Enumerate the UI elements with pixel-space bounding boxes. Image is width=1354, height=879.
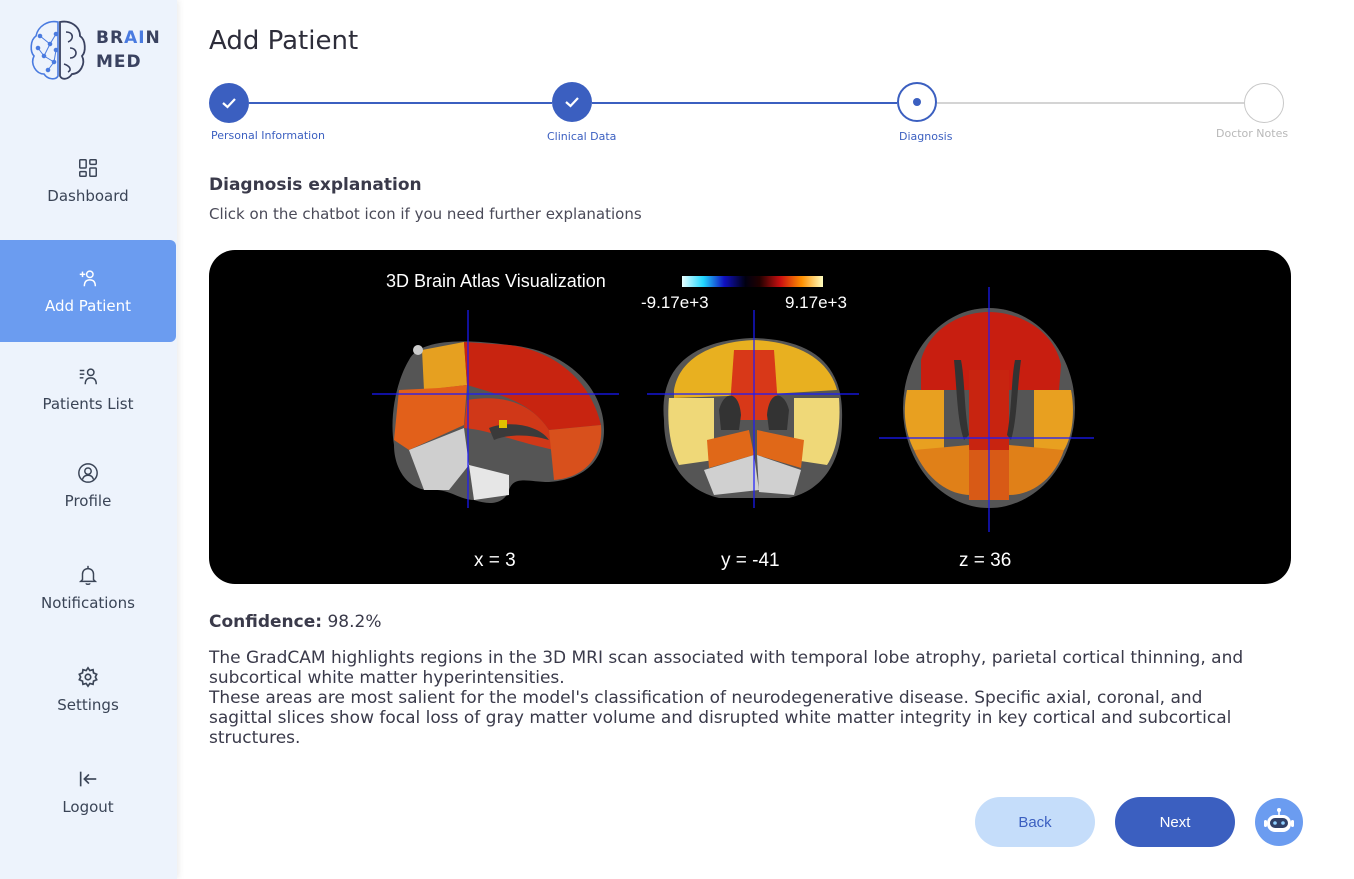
sidebar-item-patients-list[interactable]: Patients List	[0, 338, 176, 440]
sidebar-item-notifications[interactable]: Notifications	[0, 537, 176, 639]
sidebar-item-label: Add Patient	[44, 297, 132, 315]
check-icon	[565, 97, 579, 108]
slice-x-label: x = 3	[474, 550, 516, 571]
explanation-text: The GradCAM highlights regions in the 3D…	[209, 648, 1269, 748]
confidence: Confidence: 98.2%	[209, 612, 382, 632]
sidebar: BRAIN MED Dashboard Add Patient Patients…	[0, 0, 177, 879]
sidebar-item-settings[interactable]: Settings	[0, 639, 176, 741]
logout-icon	[79, 771, 97, 787]
confidence-value: 98.2%	[327, 612, 382, 632]
step-label: Doctor Notes	[1216, 127, 1289, 140]
sidebar-item-label: Patients List	[42, 395, 134, 413]
dashboard-icon	[79, 159, 97, 177]
stepper-line-done	[249, 102, 552, 104]
logo-text: BRAIN MED	[96, 28, 161, 72]
coronal-slice	[647, 310, 859, 508]
back-button[interactable]: Back	[975, 797, 1095, 847]
brain-logo-icon	[30, 20, 86, 80]
sidebar-item-add-patient[interactable]: Add Patient	[0, 240, 176, 342]
stepper: Personal Information Clinical Data Diagn…	[209, 82, 1299, 147]
sidebar-item-label: Settings	[57, 696, 119, 714]
sidebar-item-dashboard[interactable]: Dashboard	[0, 130, 176, 232]
sidebar-item-label: Logout	[62, 798, 114, 816]
brain-visualization: 3D Brain Atlas Visualization -9.17e+3 9.…	[209, 250, 1291, 584]
sidebar-item-label: Profile	[64, 492, 112, 510]
sidebar-item-label: Dashboard	[47, 187, 129, 205]
step-doctor-notes[interactable]	[1244, 83, 1284, 123]
step-clinical-data[interactable]	[552, 82, 592, 122]
stepper-line-pending	[937, 102, 1244, 104]
stepper-line-done	[592, 102, 897, 104]
step-diagnosis[interactable]	[897, 82, 937, 122]
patients-list-icon	[79, 368, 97, 385]
axial-slice	[879, 287, 1094, 532]
gear-icon	[78, 666, 98, 688]
viz-title: 3D Brain Atlas Visualization	[386, 271, 606, 291]
chatbot-button[interactable]	[1255, 798, 1303, 846]
slice-y-label: y = -41	[721, 550, 780, 571]
sidebar-item-label: Notifications	[41, 594, 135, 612]
current-step-dot	[913, 98, 921, 106]
page-title: Add Patient	[209, 26, 359, 56]
step-label: Clinical Data	[547, 130, 617, 143]
colorbar-min: -9.17e+3	[641, 293, 709, 312]
chatbot-icon	[1264, 808, 1294, 832]
section-subtitle: Click on the chatbot icon if you need fu…	[209, 205, 642, 223]
sidebar-item-logout[interactable]: Logout	[0, 741, 176, 843]
brain-atlas-image: 3D Brain Atlas Visualization -9.17e+3 9.…	[372, 271, 1094, 571]
section-title: Diagnosis explanation	[209, 175, 422, 195]
explanation-paragraph: The GradCAM highlights regions in the 3D…	[209, 648, 1244, 688]
check-icon	[222, 98, 236, 109]
step-label: Personal Information	[211, 129, 325, 142]
explanation-paragraph: These areas are most salient for the mod…	[209, 688, 1232, 748]
bell-icon	[78, 565, 98, 586]
colorbar	[682, 276, 823, 287]
logo[interactable]: BRAIN MED	[30, 18, 161, 82]
sidebar-item-profile[interactable]: Profile	[0, 435, 176, 537]
slice-z-label: z = 36	[959, 550, 1011, 571]
next-button[interactable]: Next	[1115, 797, 1235, 847]
step-label: Diagnosis	[899, 130, 953, 143]
sagittal-slice	[372, 310, 619, 508]
profile-icon	[78, 463, 98, 483]
step-personal-information[interactable]	[209, 83, 249, 123]
colorbar-max: 9.17e+3	[785, 293, 847, 312]
confidence-label: Confidence:	[209, 612, 323, 632]
add-user-icon	[79, 270, 97, 287]
